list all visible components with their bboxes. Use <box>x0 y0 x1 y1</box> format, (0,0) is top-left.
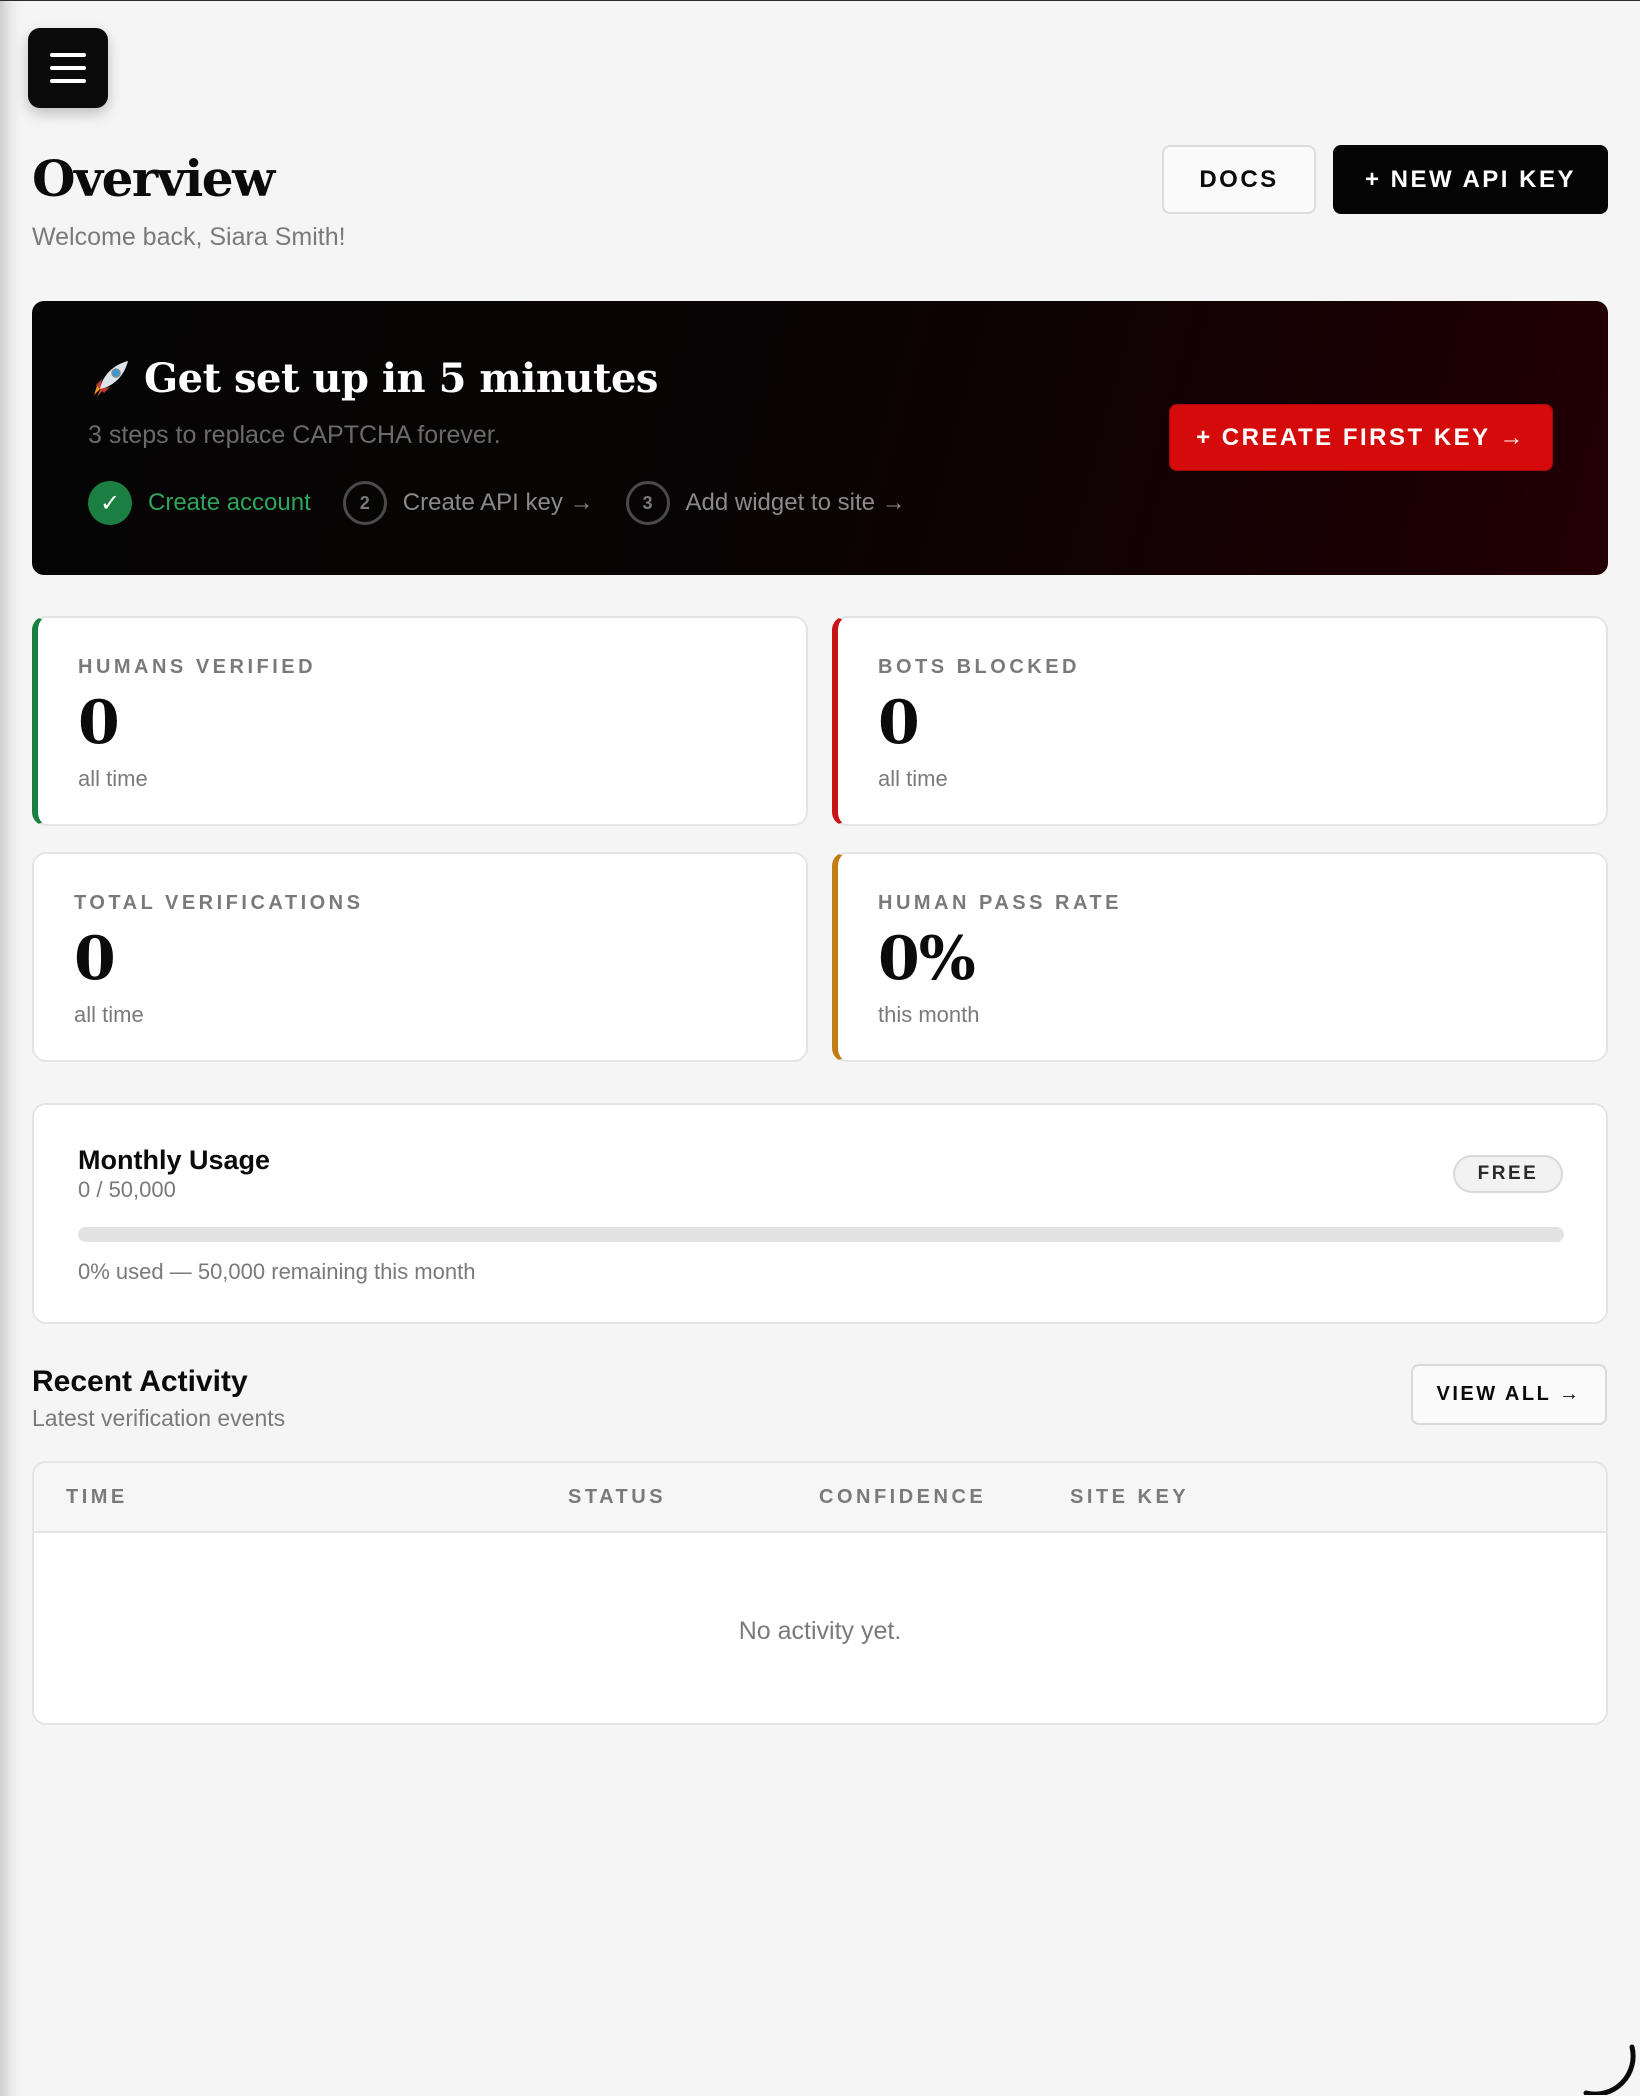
column-header-time: TIME <box>66 1486 128 1508</box>
step-create-account: ✓ Create account <box>88 481 311 525</box>
column-header-confidence: CONFIDENCE <box>819 1486 987 1508</box>
stat-label: TOTAL VERIFICATIONS <box>74 892 364 914</box>
stat-card-total-verifications: TOTAL VERIFICATIONS 0 all time <box>32 852 808 1062</box>
menu-icon-bar <box>50 79 86 83</box>
setup-banner-title-text: Get set up in 5 minutes <box>144 355 658 402</box>
stat-value: 0 <box>878 688 920 758</box>
check-icon: ✓ <box>88 481 132 525</box>
usage-title: Monthly Usage <box>78 1145 271 1175</box>
stat-label: BOTS BLOCKED <box>878 656 1080 678</box>
rocket-icon <box>94 360 128 397</box>
stat-period: this month <box>878 1002 980 1027</box>
menu-icon-bar <box>50 53 86 57</box>
setup-banner: Get set up in 5 minutes 3 steps to repla… <box>32 301 1608 575</box>
stat-period: all time <box>78 766 148 791</box>
stat-value: 0% <box>878 924 976 994</box>
column-header-status: STATUS <box>568 1486 667 1508</box>
setup-banner-subtitle: 3 steps to replace CAPTCHA forever. <box>88 421 501 449</box>
loading-spinner-icon <box>1583 2044 1636 2095</box>
recent-activity-subtitle: Latest verification events <box>32 1405 286 1431</box>
step-create-api-key[interactable]: 2 Create API key → <box>342 481 594 525</box>
recent-activity-title: Recent Activity <box>32 1365 248 1398</box>
stat-card-bots-blocked: BOTS BLOCKED 0 all time <box>832 616 1608 826</box>
step-add-widget[interactable]: 3 Add widget to site → <box>625 481 906 525</box>
stat-period: all time <box>878 766 948 791</box>
view-all-button[interactable]: VIEW ALL → <box>1411 1364 1607 1425</box>
plan-badge: FREE <box>1453 1155 1563 1193</box>
hamburger-menu-button[interactable] <box>28 28 108 108</box>
empty-state-message: No activity yet. <box>738 1617 902 1645</box>
step-number-badge: 3 <box>625 481 670 525</box>
setup-banner-title: Get set up in 5 minutes <box>88 355 658 402</box>
step-number-badge: 2 <box>342 481 387 525</box>
stat-value: 0 <box>78 688 120 758</box>
welcome-message: Welcome back, Siara Smith! <box>32 223 346 251</box>
usage-progress-bar <box>78 1227 1564 1242</box>
docs-button[interactable]: DOCS <box>1162 145 1316 214</box>
step-label: Add widget to site → <box>685 489 906 516</box>
step-label: Create API key → <box>402 489 594 516</box>
stat-card-humans-verified: HUMANS VERIFIED 0 all time <box>32 616 808 826</box>
activity-table: TIME STATUS CONFIDENCE SITE KEY No activ… <box>32 1461 1608 1725</box>
table-header: TIME STATUS CONFIDENCE SITE KEY <box>34 1463 1606 1533</box>
stat-value: 0 <box>74 924 116 994</box>
sidebar-edge-shadow <box>0 1 22 2096</box>
stat-card-human-pass-rate: HUMAN PASS RATE 0% this month <box>832 852 1608 1062</box>
stat-label: HUMANS VERIFIED <box>78 656 317 678</box>
page-title: Overview <box>32 149 275 208</box>
step-label: Create account <box>148 489 311 516</box>
new-api-key-button[interactable]: + NEW API KEY <box>1333 145 1608 214</box>
create-first-key-button[interactable]: + CREATE FIRST KEY → <box>1169 404 1553 471</box>
usage-count: 0 / 50,000 <box>78 1177 176 1202</box>
setup-steps: ✓ Create account 2 Create API key → 3 Ad… <box>88 481 938 525</box>
stat-label: HUMAN PASS RATE <box>878 892 1122 914</box>
monthly-usage-card: Monthly Usage 0 / 50,000 FREE 0% used — … <box>32 1103 1608 1324</box>
column-header-site-key: SITE KEY <box>1070 1486 1190 1508</box>
menu-icon-bar <box>50 66 86 70</box>
stat-period: all time <box>74 1002 144 1027</box>
usage-note: 0% used — 50,000 remaining this month <box>78 1259 476 1284</box>
